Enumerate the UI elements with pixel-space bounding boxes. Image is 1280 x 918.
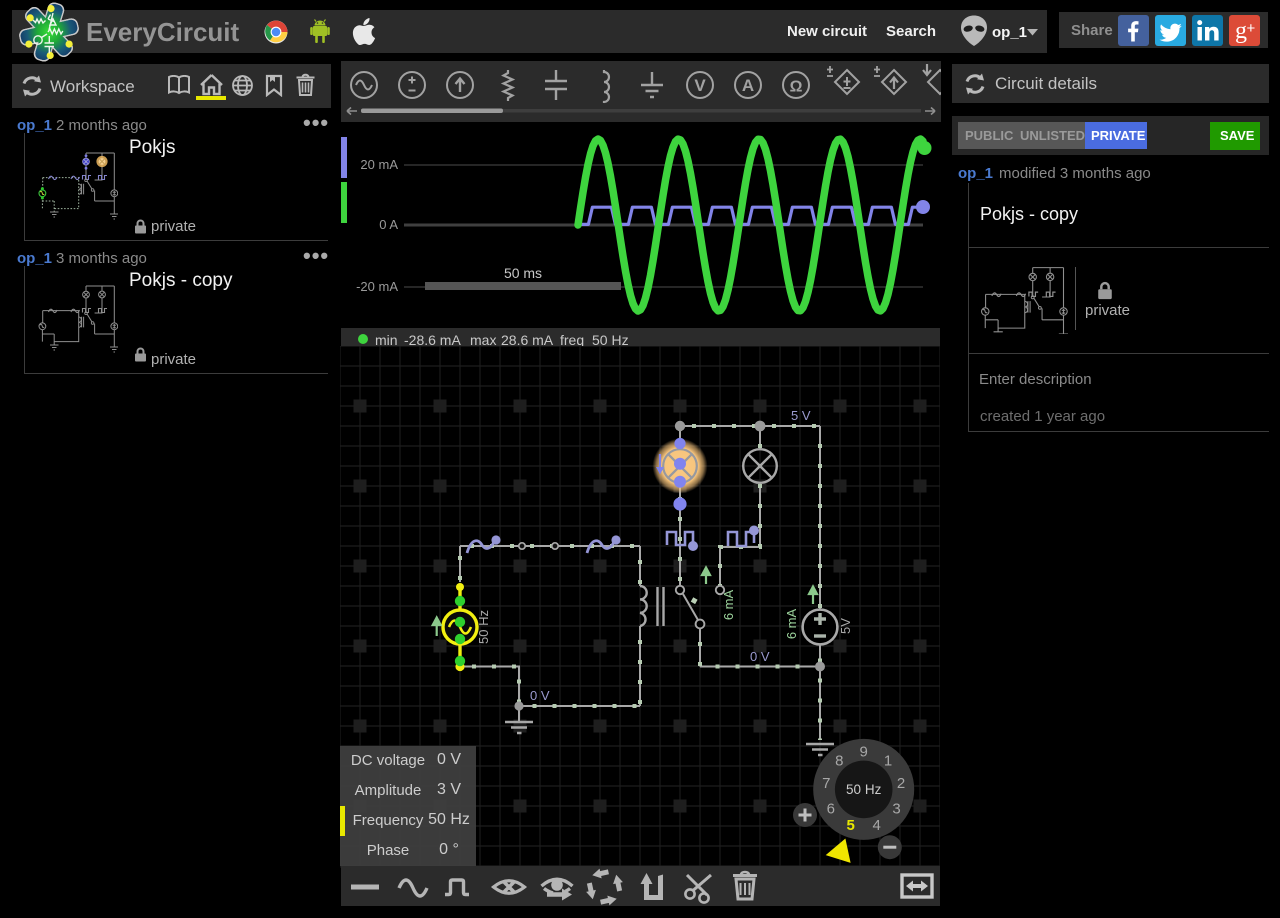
svg-text:50 Hz: 50 Hz bbox=[476, 610, 491, 644]
svg-text:A: A bbox=[742, 76, 754, 95]
svg-text:4: 4 bbox=[873, 817, 881, 834]
svg-text:50 Hz: 50 Hz bbox=[846, 782, 882, 797]
svg-text:g: g bbox=[1235, 18, 1247, 44]
svg-text:5V: 5V bbox=[838, 618, 853, 634]
svg-text:5 V: 5 V bbox=[791, 408, 811, 423]
svg-text:-20 mA: -20 mA bbox=[356, 279, 398, 294]
svg-text:0 V: 0 V bbox=[530, 688, 550, 703]
svg-text:50 ms: 50 ms bbox=[504, 265, 542, 281]
svg-text:2: 2 bbox=[897, 775, 905, 792]
svg-text:Ω: Ω bbox=[790, 79, 803, 96]
svg-text:+: + bbox=[1247, 20, 1256, 37]
svg-text:9: 9 bbox=[860, 743, 868, 760]
svg-text:6: 6 bbox=[827, 800, 835, 817]
svg-text:8: 8 bbox=[835, 752, 843, 769]
svg-text:6 mA: 6 mA bbox=[784, 609, 799, 640]
svg-text:3: 3 bbox=[892, 800, 900, 817]
svg-text:1: 1 bbox=[884, 752, 892, 769]
svg-text:0 A: 0 A bbox=[379, 217, 398, 232]
svg-text:V: V bbox=[694, 76, 706, 95]
svg-text:5: 5 bbox=[847, 817, 855, 834]
svg-text:0 V: 0 V bbox=[750, 649, 770, 664]
svg-text:6 mA: 6 mA bbox=[721, 590, 736, 621]
svg-text:7: 7 bbox=[822, 775, 830, 792]
svg-text:20 mA: 20 mA bbox=[360, 157, 398, 172]
